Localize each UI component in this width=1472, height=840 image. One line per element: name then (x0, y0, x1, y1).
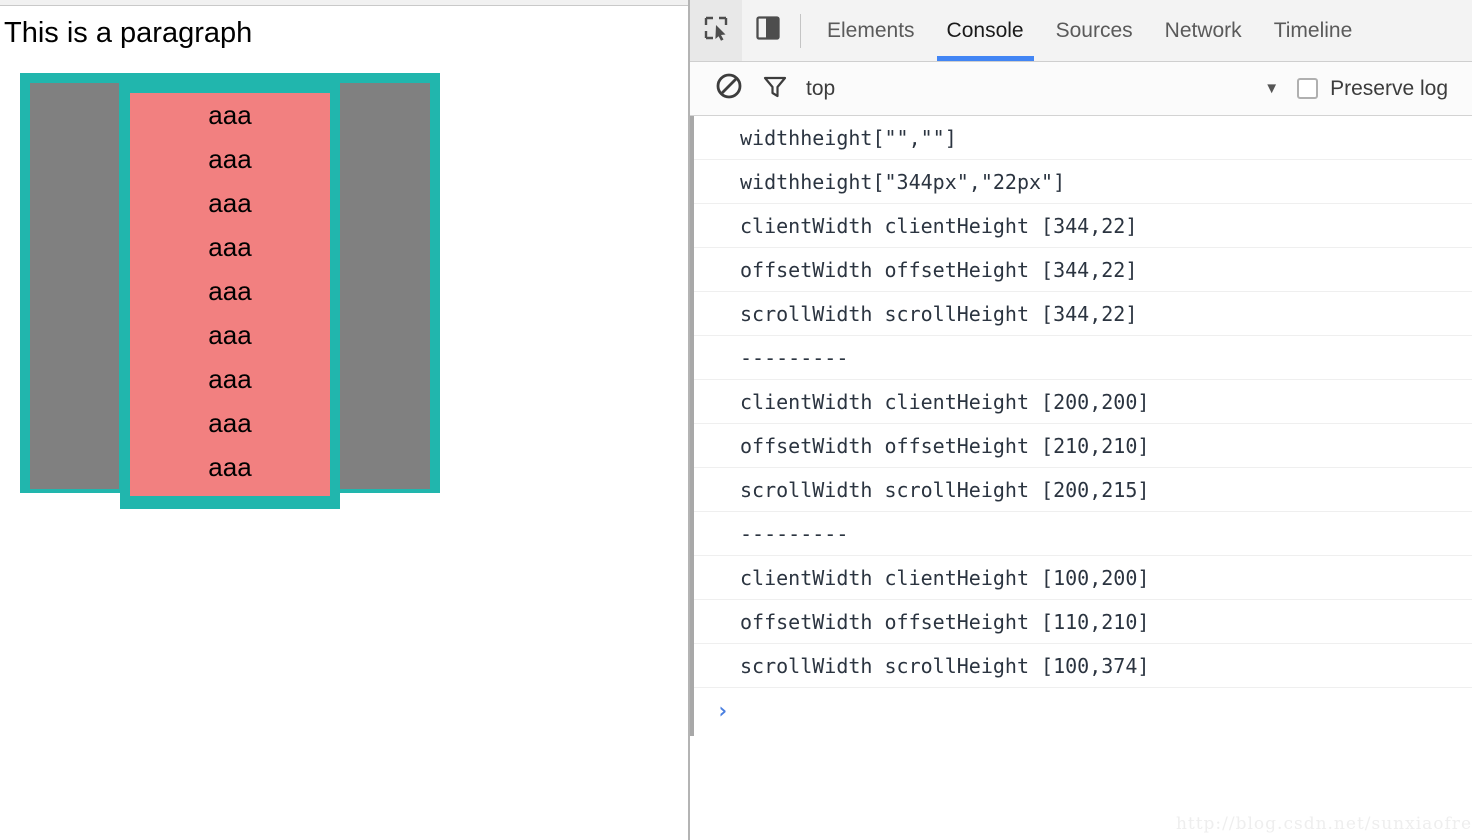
list-item: aaa (208, 320, 252, 350)
list-item: aaa (208, 408, 252, 438)
watermark: http://blog.csdn.net/sunxiaofre (1175, 814, 1472, 834)
page-title: This is a paragraph (4, 17, 253, 49)
overflow-pink-box[interactable]: aaa aaa aaa aaa aaa aaa aaa aaa aaa (130, 93, 330, 496)
preserve-log-label: Preserve log (1330, 76, 1448, 100)
execution-context-select[interactable]: top ▼ (806, 77, 1297, 101)
console-message: clientWidth clientHeight [200,200] (694, 380, 1472, 424)
console-message: clientWidth clientHeight [344,22] (694, 204, 1472, 248)
console-message: scrollWidth scrollHeight [344,22] (694, 292, 1472, 336)
list-item: aaa (208, 144, 252, 174)
console-message: widthheight["344px","22px"] (694, 160, 1472, 204)
tab-console[interactable]: Console (931, 0, 1040, 61)
inspect-element-button[interactable] (690, 0, 742, 61)
inspect-element-icon (703, 15, 729, 46)
list-item: aaa (208, 100, 252, 130)
filter-button[interactable] (752, 66, 798, 112)
console-message: widthheight["",""] (694, 116, 1472, 160)
filter-funnel-icon (762, 73, 788, 104)
console-message: offsetWidth offsetHeight [110,210] (694, 600, 1472, 644)
execution-context-value: top (806, 76, 836, 100)
clear-console-icon (715, 72, 743, 105)
tab-network[interactable]: Network (1149, 0, 1258, 61)
list-item: aaa (208, 452, 252, 482)
tab-timeline[interactable]: Timeline (1258, 0, 1369, 61)
list-item: aaa (208, 188, 252, 218)
toolbar-divider (800, 13, 801, 48)
preserve-log-checkbox[interactable] (1297, 78, 1319, 99)
page-viewport: This is a paragraph aaa aaa aaa aaa aaa … (0, 6, 688, 840)
list-item: aaa (208, 364, 252, 394)
grey-column-left (30, 83, 119, 489)
tab-sources[interactable]: Sources (1040, 0, 1149, 61)
devtools-tabbar: Elements Console Sources Network Timelin… (690, 0, 1472, 62)
list-item: aaa (208, 232, 252, 262)
console-message: offsetWidth offsetHeight [344,22] (694, 248, 1472, 292)
grey-column-right (340, 83, 430, 489)
tab-elements[interactable]: Elements (811, 0, 931, 61)
preserve-log-toggle[interactable]: Preserve log (1297, 77, 1448, 101)
console-prompt-caret: › (716, 699, 730, 724)
chevron-down-icon: ▼ (1264, 80, 1280, 97)
console-message: scrollWidth scrollHeight [200,215] (694, 468, 1472, 512)
console-prompt[interactable]: › (694, 688, 1472, 736)
toggle-device-toolbar-icon (755, 15, 781, 46)
clear-console-button[interactable] (706, 66, 752, 112)
list-item: aaa (208, 276, 252, 306)
console-message: clientWidth clientHeight [100,200] (694, 556, 1472, 600)
console-message: --------- (694, 512, 1472, 556)
console-message: scrollWidth scrollHeight [100,374] (694, 644, 1472, 688)
console-message: --------- (694, 336, 1472, 380)
devtools-panel: Elements Console Sources Network Timelin… (688, 0, 1472, 840)
screen-root: This is a paragraph aaa aaa aaa aaa aaa … (0, 0, 1472, 840)
console-message: offsetWidth offsetHeight [210,210] (694, 424, 1472, 468)
toggle-device-toolbar-button[interactable] (742, 0, 794, 61)
console-filterbar: top ▼ Preserve log (690, 62, 1472, 116)
console-message-list[interactable]: widthheight["",""] widthheight["344px","… (690, 116, 1472, 736)
